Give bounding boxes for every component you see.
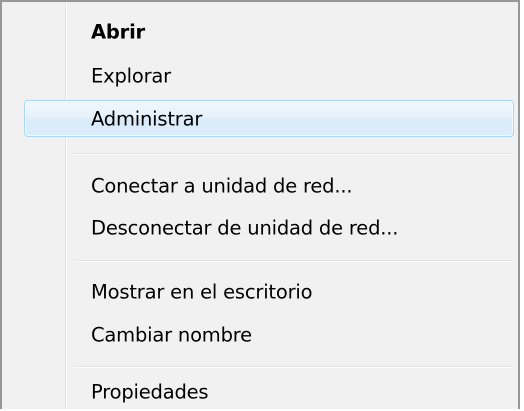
menu-item-mostrar-escritorio[interactable]: Mostrar en el escritorio: [24, 274, 514, 310]
menu-item-label: Conectar a unidad de red...: [91, 174, 353, 198]
menu-item-label: Mostrar en el escritorio: [91, 280, 313, 304]
menu-item-explorar[interactable]: Explorar: [24, 58, 514, 94]
menu-item-desconectar-unidad-red[interactable]: Desconectar de unidad de red...: [24, 210, 514, 246]
menu-separator: [74, 366, 514, 368]
menu-item-label: Abrir: [91, 20, 145, 44]
menu-separator: [74, 153, 514, 155]
menu-item-label: Cambiar nombre: [91, 323, 252, 347]
menu-item-label: Explorar: [91, 64, 171, 88]
menu-item-label: Administrar: [91, 107, 203, 130]
menu-item-cambiar-nombre[interactable]: Cambiar nombre: [24, 317, 514, 353]
menu-item-administrar[interactable]: Administrar: [24, 100, 514, 137]
menu-item-propiedades[interactable]: Propiedades: [24, 374, 514, 410]
context-menu: Abrir Explorar Administrar Conectar a un…: [0, 0, 520, 409]
menu-item-label: Propiedades: [91, 380, 209, 404]
menu-separator: [74, 260, 514, 262]
menu-item-label: Desconectar de unidad de red...: [91, 216, 399, 240]
menu-item-conectar-unidad-red[interactable]: Conectar a unidad de red...: [24, 168, 514, 204]
menu-item-abrir[interactable]: Abrir: [24, 14, 514, 50]
